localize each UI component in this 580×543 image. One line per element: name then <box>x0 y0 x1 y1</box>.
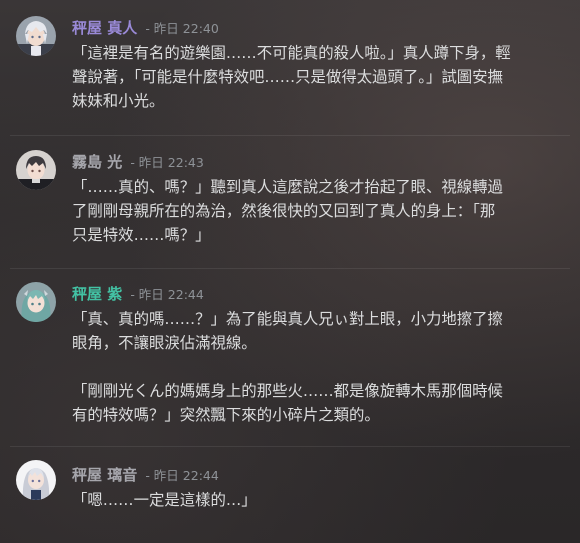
author-name[interactable]: 秤屋 紫 <box>72 285 122 303</box>
message-line: 妹妹和小光。 <box>72 92 165 110</box>
message-line: 「這裡是有名的遊樂園……不可能真的殺人啦。」真人蹲下身，輕 <box>72 44 511 62</box>
message-line: 「……真的、嗎？」聽到真人這麼說之後才抬起了眼、視線轉過 <box>72 178 503 196</box>
message-line: 只是特效……嗎？」 <box>72 226 211 244</box>
dark-haired-boy-avatar[interactable] <box>16 150 56 190</box>
message-line: 有的特效嗎？」突然飄下來的小碎片之類的。 <box>72 406 380 424</box>
timestamp: - 昨日 22:40 <box>145 21 219 36</box>
message-line: 「嗯……一定是這樣的…」 <box>72 491 257 509</box>
author-name[interactable]: 秤屋 真人 <box>72 19 137 37</box>
message-content: 「……真的、嗎？」聽到真人這麼說之後才抬起了眼、視線轉過 了剛剛母親所在的為治，… <box>72 175 568 247</box>
message-line: 「真、真的嗎……？」為了能與真人兄ぃ對上眼，小力地擦了擦 <box>72 310 503 328</box>
message-line: 眼角，不讓眼淚佔滿視線。 <box>72 334 257 352</box>
message-header: 秤屋 紫 - 昨日 22:44 <box>72 284 204 304</box>
message-line: 「剛剛光くん的媽媽身上的那些火……都是像旋轉木馬那個時候 <box>72 382 503 400</box>
white-haired-boy-avatar[interactable] <box>16 16 56 56</box>
message-divider <box>10 268 570 269</box>
silver-haired-girl-avatar[interactable] <box>16 460 56 500</box>
message-feed: 秤屋 真人 - 昨日 22:40 「這裡是有名的遊樂園……不可能真的殺人啦。」真… <box>0 0 580 543</box>
message-header: 秤屋 璃音 - 昨日 22:44 <box>72 465 219 485</box>
message-divider <box>10 446 570 447</box>
teal-haired-girl-avatar[interactable] <box>16 282 56 322</box>
timestamp: - 昨日 22:44 <box>145 468 219 483</box>
message-header: 霧島 光 - 昨日 22:43 <box>72 152 204 172</box>
message-line: 了剛剛母親所在的為治，然後很快的又回到了真人的身上：「那 <box>72 202 496 220</box>
author-name[interactable]: 秤屋 璃音 <box>72 466 137 484</box>
author-name[interactable]: 霧島 光 <box>72 153 122 171</box>
message-content: 「這裡是有名的遊樂園……不可能真的殺人啦。」真人蹲下身，輕 聲說著，「可能是什麼… <box>72 41 568 113</box>
message-content: 「真、真的嗎……？」為了能與真人兄ぃ對上眼，小力地擦了擦 眼角，不讓眼淚佔滿視線… <box>72 307 568 427</box>
message-divider <box>10 135 570 136</box>
timestamp: - 昨日 22:43 <box>130 155 204 170</box>
message-line: 聲說著，「可能是什麼特效吧……只是做得太過頭了。」試圖安撫 <box>72 68 503 86</box>
timestamp: - 昨日 22:44 <box>130 287 204 302</box>
message-content: 「嗯……一定是這樣的…」 <box>72 488 568 512</box>
message-header: 秤屋 真人 - 昨日 22:40 <box>72 18 219 38</box>
